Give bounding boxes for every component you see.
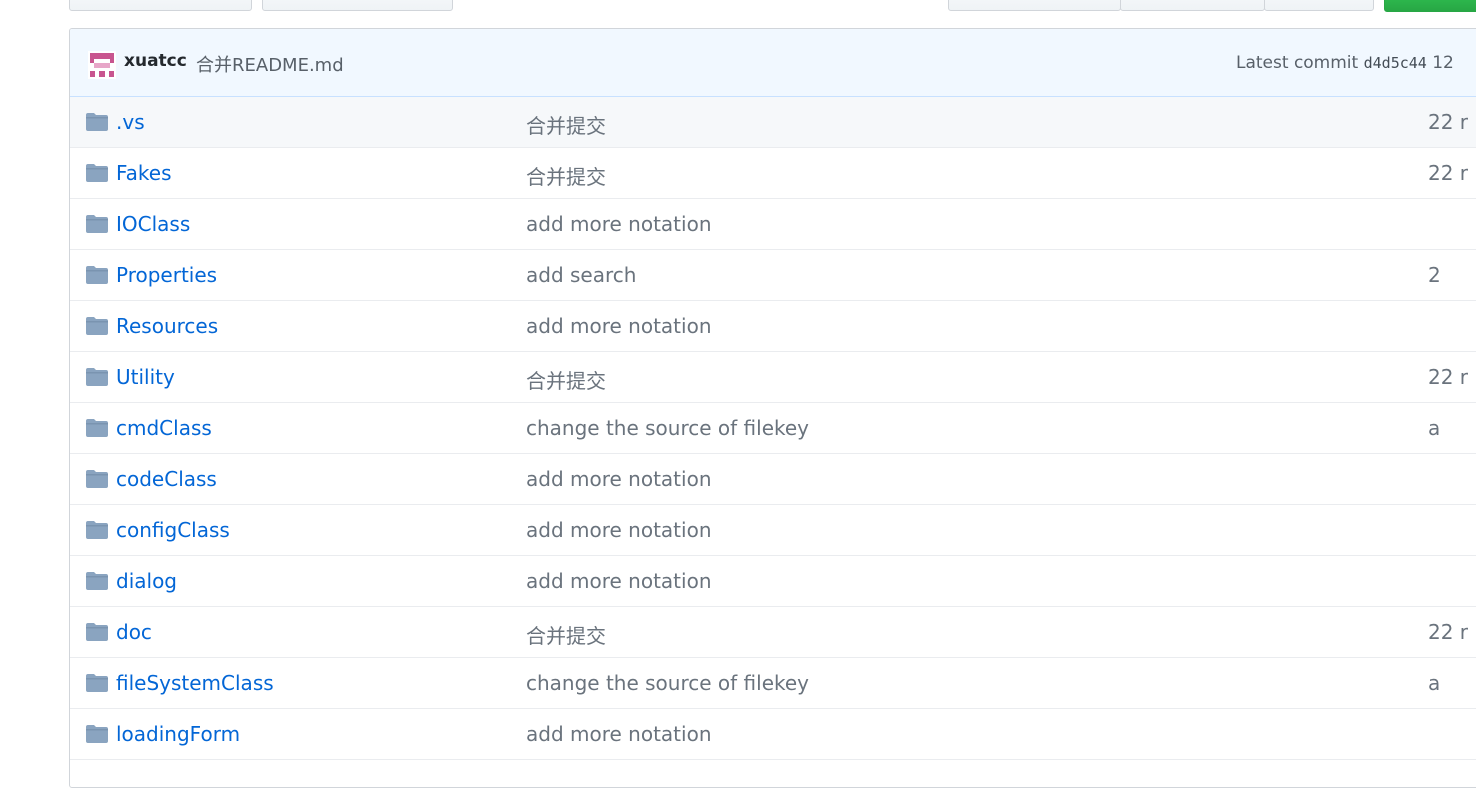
toolbar-button-3[interactable]	[948, 0, 1121, 11]
file-age: a	[1428, 416, 1441, 440]
latest-commit-info: Latest commit d4d5c44 12	[1236, 53, 1454, 73]
folder-icon	[86, 215, 108, 233]
folder-icon	[86, 266, 108, 284]
folder-icon	[86, 572, 108, 590]
toolbar-button-5[interactable]	[1264, 0, 1374, 11]
file-list: .vs 合并提交 22 r Fakes 合并提交 22 r IOClass add more …	[70, 97, 1476, 760]
commit-author[interactable]: xuatcc	[124, 51, 187, 71]
file-age: 22 r	[1428, 110, 1469, 134]
table-row: configClass add more notation	[70, 505, 1476, 556]
folder-icon	[86, 317, 108, 335]
file-name-link[interactable]: configClass	[116, 518, 230, 542]
toolbar-button-1[interactable]	[69, 0, 252, 11]
file-commit-message[interactable]: 合并提交	[526, 365, 606, 394]
file-commit-message[interactable]: add more notation	[526, 722, 712, 746]
table-row: dialog add more notation	[70, 556, 1476, 607]
commit-message[interactable]: 合并README.md	[196, 51, 344, 77]
table-row: cmdClass change the source of filekey a	[70, 403, 1476, 454]
table-row: Properties add search 2	[70, 250, 1476, 301]
table-row: loadingForm add more notation	[70, 709, 1476, 760]
toolbar-button-2[interactable]	[262, 0, 453, 11]
folder-icon	[86, 368, 108, 386]
file-name-link[interactable]: codeClass	[116, 467, 217, 491]
commit-time: 12	[1432, 53, 1454, 73]
table-row: Resources add more notation	[70, 301, 1476, 352]
file-age: 22 r	[1428, 620, 1469, 644]
file-age: 22 r	[1428, 161, 1469, 185]
file-name-link[interactable]: fileSystemClass	[116, 671, 274, 695]
file-name-link[interactable]: loadingForm	[116, 722, 240, 746]
latest-commit-bar: xuatcc 合并README.md Latest commit d4d5c44…	[70, 29, 1476, 97]
folder-icon	[86, 521, 108, 539]
file-commit-message[interactable]: 合并提交	[526, 110, 606, 139]
file-commit-message[interactable]: add more notation	[526, 314, 712, 338]
folder-icon	[86, 113, 108, 131]
table-row: IOClass add more notation	[70, 199, 1476, 250]
table-row: .vs 合并提交 22 r	[70, 97, 1476, 148]
file-name-link[interactable]: doc	[116, 620, 152, 644]
toolbar-button-4[interactable]	[1120, 0, 1265, 11]
folder-icon	[86, 164, 108, 182]
file-name-link[interactable]: Resources	[116, 314, 218, 338]
folder-icon	[86, 419, 108, 437]
file-commit-message[interactable]: add more notation	[526, 518, 712, 542]
table-row: doc 合并提交 22 r	[70, 607, 1476, 658]
file-name-link[interactable]: Properties	[116, 263, 217, 287]
file-age: a	[1428, 671, 1441, 695]
file-name-link[interactable]: Utility	[116, 365, 175, 389]
file-name-link[interactable]: dialog	[116, 569, 177, 593]
file-name-link[interactable]: cmdClass	[116, 416, 212, 440]
file-name-link[interactable]: .vs	[116, 110, 145, 134]
file-commit-message[interactable]: change the source of filekey	[526, 671, 809, 695]
file-commit-message[interactable]: 合并提交	[526, 620, 606, 649]
folder-icon	[86, 725, 108, 743]
file-commit-message[interactable]: change the source of filekey	[526, 416, 809, 440]
file-commit-message[interactable]: add search	[526, 263, 636, 287]
latest-commit-label: Latest commit	[1236, 53, 1359, 73]
table-row: Fakes 合并提交 22 r	[70, 148, 1476, 199]
file-commit-message[interactable]: add more notation	[526, 467, 712, 491]
folder-icon	[86, 623, 108, 641]
folder-icon	[86, 470, 108, 488]
file-age: 22 r	[1428, 365, 1469, 389]
table-row: fileSystemClass change the source of file…	[70, 658, 1476, 709]
table-row: Utility 合并提交 22 r	[70, 352, 1476, 403]
table-row: codeClass add more notation	[70, 454, 1476, 505]
file-commit-message[interactable]: add more notation	[526, 212, 712, 236]
file-commit-message[interactable]: 合并提交	[526, 161, 606, 190]
user-avatar[interactable]	[88, 51, 116, 79]
file-commit-message[interactable]: add more notation	[526, 569, 712, 593]
file-age: 2	[1428, 263, 1441, 287]
file-name-link[interactable]: IOClass	[116, 212, 190, 236]
folder-icon	[86, 674, 108, 692]
clone-download-button[interactable]	[1384, 0, 1476, 12]
commit-sha[interactable]: d4d5c44	[1364, 54, 1427, 72]
file-browser: xuatcc 合并README.md Latest commit d4d5c44…	[69, 28, 1476, 788]
file-name-link[interactable]: Fakes	[116, 161, 172, 185]
